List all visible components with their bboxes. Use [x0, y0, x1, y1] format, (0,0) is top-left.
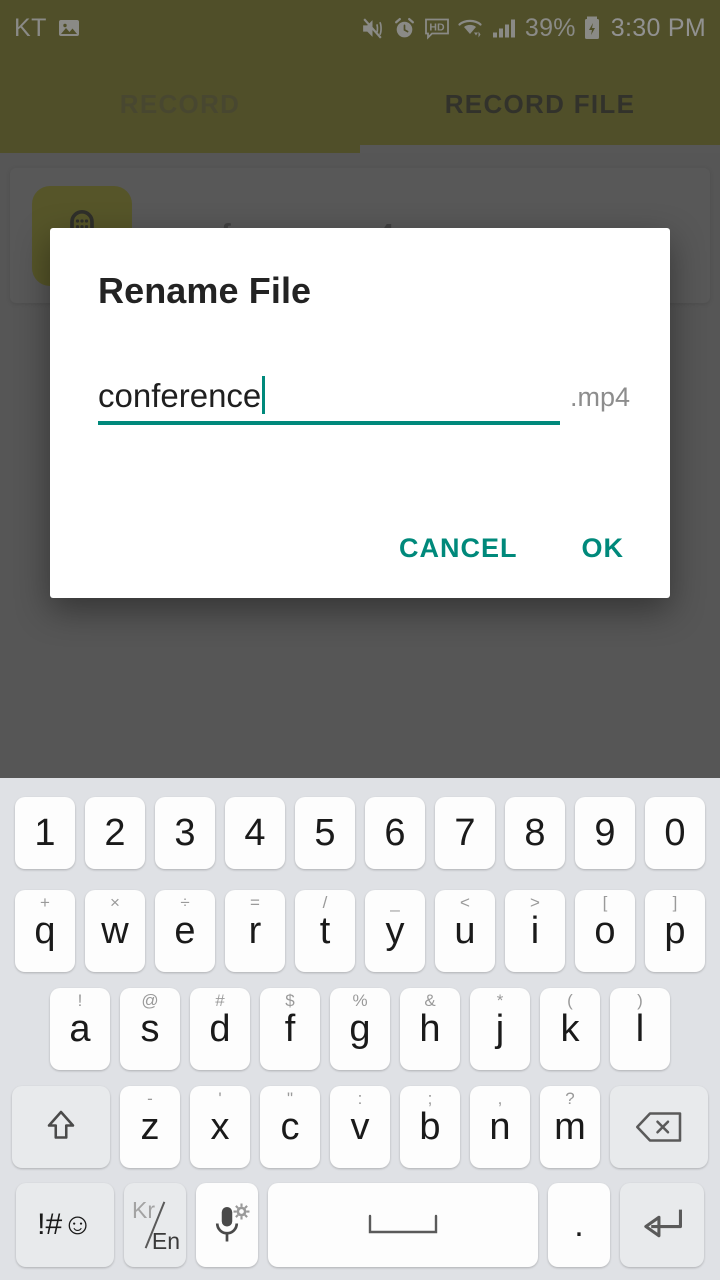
- key-9[interactable]: 9: [575, 797, 635, 869]
- key-q-sub: +: [40, 893, 50, 912]
- key-5[interactable]: 5: [295, 797, 355, 869]
- key-p[interactable]: ] p: [645, 890, 705, 972]
- key-c[interactable]: " c: [260, 1086, 320, 1168]
- space-icon: [368, 1214, 438, 1234]
- key-o-sub: [: [602, 893, 608, 912]
- key-c-sub: ": [286, 1089, 294, 1108]
- key-4[interactable]: 4: [225, 797, 285, 869]
- key-r[interactable]: = r: [225, 890, 285, 972]
- file-extension-label: .mp4: [569, 382, 630, 412]
- key-3[interactable]: 3: [155, 797, 215, 869]
- key-i-sub: >: [530, 893, 540, 912]
- key-u[interactable]: < u: [435, 890, 495, 972]
- language-key-first: Kr: [132, 1197, 155, 1223]
- key-q[interactable]: + q: [15, 890, 75, 972]
- key-1[interactable]: 1: [15, 797, 75, 869]
- key-f[interactable]: $ f: [260, 988, 320, 1070]
- key-v-sub: :: [357, 1089, 363, 1108]
- key-7[interactable]: 7: [435, 797, 495, 869]
- key-n-sub: ,: [497, 1089, 503, 1108]
- key-2[interactable]: 2: [85, 797, 145, 869]
- key-8[interactable]: 8: [505, 797, 565, 869]
- keyboard-row-bottom: -z ' x " c :v ; b ,n ? m: [0, 1078, 720, 1176]
- dialog-title: Rename File: [98, 270, 312, 311]
- key-b-sub: ;: [427, 1089, 433, 1108]
- key-s-sub: @: [141, 991, 159, 1010]
- symbols-key[interactable]: !#☺: [16, 1183, 114, 1267]
- dialog-actions: CANCEL OK: [393, 525, 630, 572]
- key-g-sub: %: [352, 991, 368, 1010]
- key-w[interactable]: × w: [85, 890, 145, 972]
- language-key-second: En: [151, 1228, 180, 1254]
- key-0[interactable]: 0: [645, 797, 705, 869]
- key-f-sub: $: [285, 991, 295, 1010]
- key-l-sub: ): [637, 991, 643, 1010]
- enter-key[interactable]: [620, 1183, 704, 1267]
- key-u-sub: <: [460, 893, 470, 912]
- key-h[interactable]: & h: [400, 988, 460, 1070]
- on-screen-keyboard: 1 2 3 4 5 6 7 8 9 0 + q × w ÷ e = r / t _ y < u…: [0, 778, 720, 1280]
- filename-input[interactable]: conference: [98, 376, 560, 425]
- rename-file-dialog: Rename File conference .mp4 CANCEL OK: [50, 228, 670, 598]
- key-j-sub: *: [496, 991, 504, 1010]
- shift-key[interactable]: [12, 1086, 110, 1168]
- key-x-sub: ': [218, 1089, 222, 1108]
- shift-icon: [47, 1110, 75, 1139]
- key-k[interactable]: (k: [540, 988, 600, 1070]
- keyboard-row-function: !#☺ Kr En .: [0, 1176, 720, 1274]
- key-k-sub: (: [567, 991, 573, 1010]
- key-n[interactable]: ,n: [470, 1086, 530, 1168]
- key-e-sub: ÷: [180, 893, 190, 912]
- period-key[interactable]: .: [548, 1183, 610, 1267]
- key-j[interactable]: * j: [470, 988, 530, 1070]
- voice-input-key[interactable]: [196, 1183, 258, 1267]
- key-a[interactable]: ! a: [50, 988, 110, 1070]
- key-z-sub: -: [147, 1089, 153, 1108]
- key-t[interactable]: / t: [295, 890, 355, 972]
- key-i[interactable]: > i: [505, 890, 565, 972]
- key-p-sub: ]: [672, 893, 678, 912]
- key-w-sub: ×: [110, 893, 120, 912]
- filename-field-row: conference .mp4: [98, 376, 630, 425]
- input-underline: [98, 421, 560, 425]
- cancel-button[interactable]: CANCEL: [393, 525, 524, 572]
- key-d[interactable]: # d: [190, 988, 250, 1070]
- key-y[interactable]: _ y: [365, 890, 425, 972]
- phone-screen: KT: [0, 0, 720, 1280]
- backspace-icon: [635, 1112, 682, 1142]
- key-t-sub: /: [322, 893, 328, 912]
- key-b[interactable]: ; b: [400, 1086, 460, 1168]
- keyboard-row-numbers: 1 2 3 4 5 6 7 8 9 0: [0, 784, 720, 882]
- key-g[interactable]: % g: [330, 988, 390, 1070]
- key-d-sub: #: [215, 991, 225, 1010]
- key-s[interactable]: @ s: [120, 988, 180, 1070]
- key-m-sub: ?: [565, 1089, 575, 1108]
- enter-icon: [644, 1209, 682, 1238]
- key-v[interactable]: :v: [330, 1086, 390, 1168]
- gear-icon: [233, 1187, 250, 1230]
- space-key[interactable]: [268, 1183, 538, 1267]
- language-key[interactable]: Kr En: [124, 1183, 186, 1267]
- key-z[interactable]: -z: [120, 1086, 180, 1168]
- backspace-key[interactable]: [610, 1086, 708, 1168]
- keyboard-row-top: + q × w ÷ e = r / t _ y < u > i [o ] p: [0, 882, 720, 980]
- key-y-sub: _: [390, 893, 400, 912]
- key-6[interactable]: 6: [365, 797, 425, 869]
- key-l[interactable]: ) l: [610, 988, 670, 1070]
- text-caret: [262, 376, 266, 414]
- ok-button[interactable]: OK: [576, 525, 631, 572]
- key-m[interactable]: ? m: [540, 1086, 600, 1168]
- filename-input-value: conference: [98, 377, 262, 414]
- key-x[interactable]: ' x: [190, 1086, 250, 1168]
- key-r-sub: =: [250, 893, 260, 912]
- key-e[interactable]: ÷ e: [155, 890, 215, 972]
- key-o[interactable]: [o: [575, 890, 635, 972]
- keyboard-row-home: ! a @ s # d $ f % g & h * j (k ) l: [0, 980, 720, 1078]
- key-a-sub: !: [77, 991, 83, 1010]
- key-h-sub: &: [424, 991, 436, 1010]
